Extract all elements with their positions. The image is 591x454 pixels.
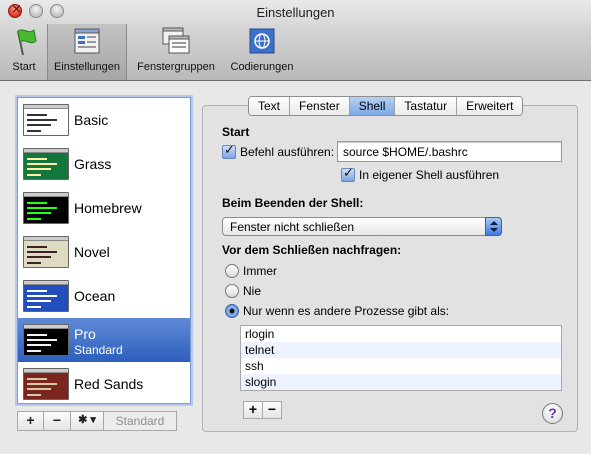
run-command-checkbox[interactable] xyxy=(222,143,236,159)
toolbar-start-label: Start xyxy=(12,61,36,73)
encoding-globe-icon xyxy=(249,28,275,54)
profile-preview-icon xyxy=(23,324,69,356)
popup-arrows-icon xyxy=(485,217,502,236)
profile-item-pro[interactable]: Pro Standard xyxy=(18,318,190,362)
window-title: Einstellungen xyxy=(256,5,335,20)
toolbar-codierungen[interactable]: Codierungen xyxy=(226,24,298,80)
profile-item-ocean[interactable]: Ocean xyxy=(18,274,190,318)
radio-nur-wenn-label: Nur wenn es andere Prozesse gibt als: xyxy=(243,304,450,318)
radio-immer[interactable] xyxy=(225,264,239,278)
green-flag-icon xyxy=(17,29,37,56)
on-exit-value: Fenster nicht schließen xyxy=(230,220,355,234)
tab-tastatur[interactable]: Tastatur xyxy=(395,97,458,115)
settings-tabs: Text Fenster Shell Tastatur Erweitert xyxy=(248,96,524,116)
profile-name: Basic xyxy=(74,112,109,128)
on-exit-popup[interactable]: Fenster nicht schließen xyxy=(222,217,502,236)
profile-name: Pro xyxy=(74,326,96,342)
profile-name: Homebrew xyxy=(74,200,142,216)
remove-profile-button[interactable]: − xyxy=(43,411,71,431)
profile-default-badge: Standard xyxy=(74,343,123,357)
tab-fenster[interactable]: Fenster xyxy=(290,97,350,115)
gear-menu-button[interactable]: ✱ ▾ xyxy=(70,411,104,431)
toolbar-codierungen-label: Codierungen xyxy=(230,61,294,73)
toolbar-einstellungen[interactable]: Einstellungen xyxy=(47,24,127,80)
tab-text[interactable]: Text xyxy=(249,97,291,115)
on-exit-heading: Beim Beenden der Shell: xyxy=(222,196,364,210)
radio-nur-wenn[interactable] xyxy=(225,304,239,318)
profile-list-controls: + − ✱ ▾ Standard xyxy=(17,411,177,431)
tab-erweitert[interactable]: Erweitert xyxy=(457,97,523,115)
profile-item-red-sands[interactable]: Red Sands xyxy=(18,362,190,403)
toolbar-einstellungen-label: Einstellungen xyxy=(53,61,121,73)
profile-preview-icon xyxy=(23,104,69,136)
own-shell-checkbox[interactable] xyxy=(341,166,355,182)
profile-item-grass[interactable]: Grass xyxy=(18,142,190,186)
profile-preview-icon xyxy=(23,236,69,268)
window-groups-icon xyxy=(162,27,190,54)
help-button[interactable]: ? xyxy=(542,403,563,424)
list-item[interactable]: slogin xyxy=(241,374,561,390)
own-shell-label: In eigener Shell ausführen xyxy=(359,168,500,182)
radio-immer-label: Immer xyxy=(243,264,277,278)
list-item[interactable]: rlogin xyxy=(241,326,561,342)
command-input[interactable] xyxy=(337,141,562,162)
tab-shell[interactable]: Shell xyxy=(349,97,396,115)
run-command-label: Befehl ausführen: xyxy=(240,145,335,159)
remove-process-button[interactable]: − xyxy=(262,401,282,419)
radio-nie-label: Nie xyxy=(243,284,262,298)
add-profile-button[interactable]: + xyxy=(17,411,44,431)
window-toolbar: Einstellungen Start Einstellungen F xyxy=(0,0,591,81)
toolbar-fenstergruppen[interactable]: Fenstergruppen xyxy=(131,24,221,80)
set-default-button[interactable]: Standard xyxy=(103,411,177,431)
profile-preview-icon xyxy=(23,368,69,400)
profile-name: Grass xyxy=(74,156,112,172)
profile-name: Ocean xyxy=(74,288,116,304)
toolbar-fenstergruppen-label: Fenstergruppen xyxy=(137,61,215,73)
process-list[interactable]: rlogin telnet ssh slogin xyxy=(240,325,562,391)
ask-heading: Vor dem Schließen nachfragen: xyxy=(222,243,402,257)
profile-preview-icon xyxy=(23,148,69,180)
profile-preview-icon xyxy=(23,280,69,312)
profile-item-basic[interactable]: Basic xyxy=(18,98,190,142)
profile-preview-icon xyxy=(23,192,69,224)
list-item[interactable]: ssh xyxy=(241,358,561,374)
process-list-controls: + − xyxy=(243,401,282,419)
profile-item-novel[interactable]: Novel xyxy=(18,230,190,274)
profile-item-homebrew[interactable]: Homebrew xyxy=(18,186,190,230)
profile-name: Novel xyxy=(74,244,110,260)
settings-window-icon xyxy=(74,28,100,54)
start-heading: Start xyxy=(222,125,250,139)
profile-list[interactable]: Basic Grass Homebrew Novel Ocean Pro Sta… xyxy=(17,97,191,404)
radio-nie[interactable] xyxy=(225,284,239,298)
list-item[interactable]: telnet xyxy=(241,342,561,358)
add-process-button[interactable]: + xyxy=(243,401,263,419)
toolbar-start[interactable]: Start xyxy=(4,24,44,80)
profile-name: Red Sands xyxy=(74,376,144,392)
